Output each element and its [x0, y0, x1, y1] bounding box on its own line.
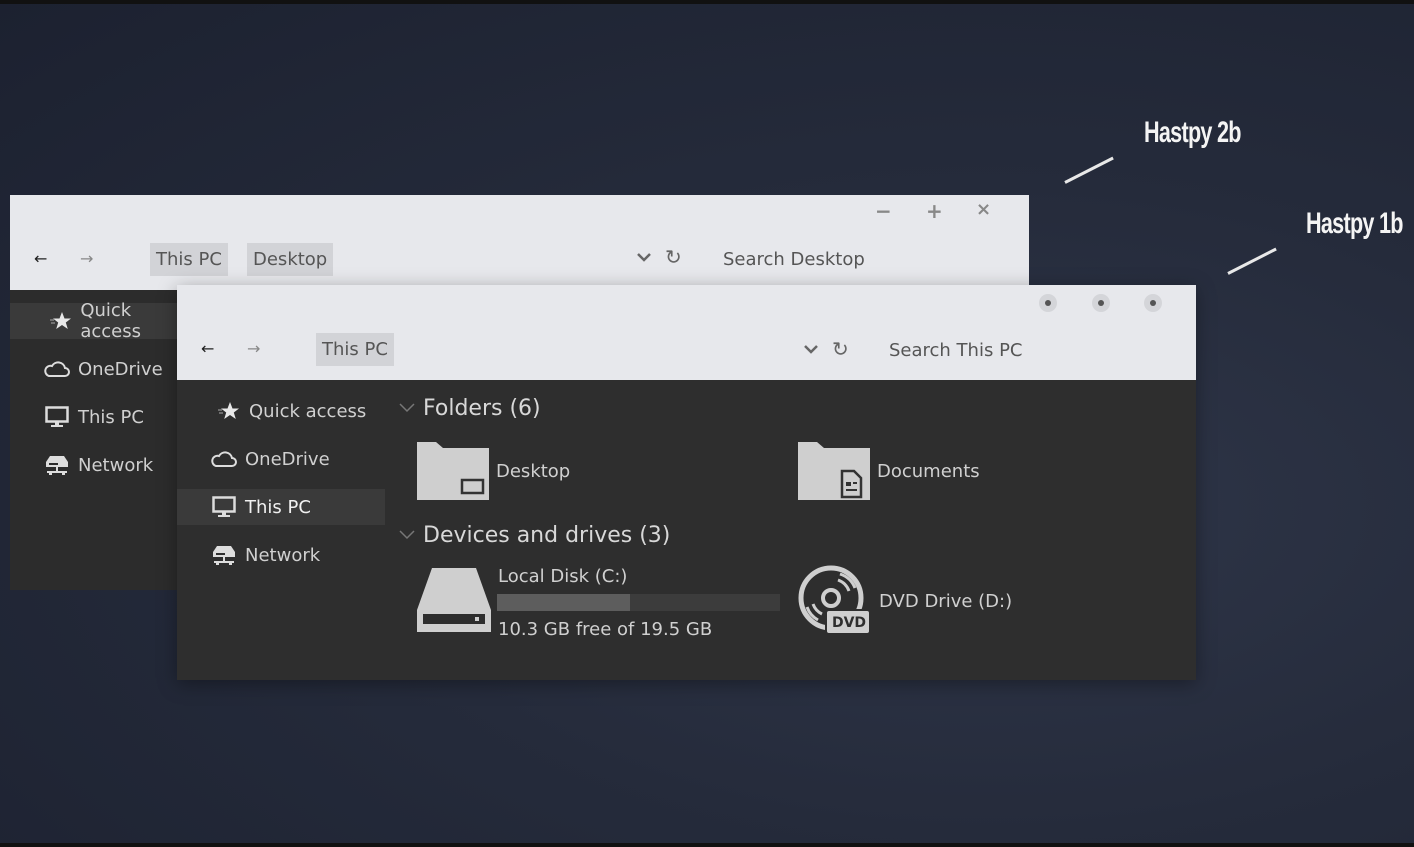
sidebar-item-this-pc[interactable]: This PC [177, 489, 385, 525]
network-icon [211, 544, 237, 566]
chevron-down-icon [399, 401, 415, 417]
close-button[interactable]: × [976, 199, 991, 220]
window-body: Quick access OneDrive This PC Network [177, 380, 1196, 680]
breadcrumb-this-pc[interactable]: This PC [316, 333, 394, 366]
monitor-icon [44, 406, 70, 428]
maximize-button[interactable]: + [926, 199, 943, 223]
back-arrow-icon[interactable]: ← [34, 249, 47, 268]
maximize-button[interactable] [1092, 294, 1110, 312]
refresh-icon[interactable]: ↻ [832, 337, 849, 361]
cloud-icon [211, 448, 237, 470]
sidebar-item-label: Network [245, 544, 321, 566]
address-dropdown-icon[interactable] [803, 343, 819, 359]
group-header-folders[interactable]: Folders (6) [399, 396, 541, 421]
sidebar-item-label: This PC [78, 406, 144, 428]
explorer-window-front: ← → This PC ↻ Search This PC Quick acces… [177, 285, 1196, 680]
cloud-icon [44, 358, 70, 380]
folder-label-desktop[interactable]: Desktop [496, 461, 570, 482]
dvd-badge: DVD [831, 615, 867, 631]
refresh-icon[interactable]: ↻ [665, 245, 682, 269]
monitor-icon [211, 496, 237, 518]
sidebar-item-label: OneDrive [245, 448, 330, 470]
search-input[interactable]: Search Desktop [723, 249, 865, 270]
forward-arrow-icon[interactable]: → [247, 339, 260, 358]
forward-arrow-icon[interactable]: → [80, 249, 93, 268]
sidebar-item-quick-access[interactable]: Quick access [10, 300, 190, 342]
titlebar: − + × ← → This PC Desktop ↻ Search Deskt… [10, 195, 1029, 290]
desktop-folder-icon[interactable] [417, 442, 489, 500]
sidebar-item-label: Network [78, 454, 154, 476]
sidebar-item-onedrive[interactable]: OneDrive [177, 441, 385, 477]
back-arrow-icon[interactable]: ← [201, 339, 214, 358]
sidebar-item-network[interactable]: Network [10, 447, 190, 483]
sidebar-item-quick-access[interactable]: Quick access [177, 393, 385, 429]
titlebar: ← → This PC ↻ Search This PC [177, 285, 1196, 380]
top-border [0, 0, 1414, 4]
star-icon [48, 310, 72, 332]
chevron-down-icon [399, 528, 415, 544]
sidebar-item-onedrive[interactable]: OneDrive [10, 351, 190, 387]
bottom-border [0, 843, 1414, 847]
sidebar-item-label: Quick access [249, 400, 367, 422]
disk-usage-bar [497, 594, 780, 611]
folder-label-documents[interactable]: Documents [877, 461, 980, 482]
search-input[interactable]: Search This PC [889, 340, 1023, 361]
sidebar-item-label: Quick access [80, 300, 141, 342]
annotation-label-2b: Hastpy 2b [1144, 116, 1241, 149]
star-icon [215, 400, 241, 422]
documents-folder-icon[interactable] [798, 442, 870, 500]
drive-free-space: 10.3 GB free of 19.5 GB [498, 619, 713, 640]
address-dropdown-icon[interactable] [636, 251, 652, 267]
drive-label-local-disk[interactable]: Local Disk (C:) [498, 566, 627, 587]
annotation-pointer-2b [1064, 156, 1114, 184]
group-header-devices[interactable]: Devices and drives (3) [399, 523, 670, 548]
sidebar-item-this-pc[interactable]: This PC [10, 399, 190, 435]
sidebar-item-network[interactable]: Network [177, 537, 385, 573]
disk-usage-fill [497, 594, 630, 611]
group-title: Devices and drives (3) [423, 523, 671, 548]
network-icon [44, 454, 70, 476]
dvd-drive-icon[interactable]: DVD [798, 564, 872, 638]
breadcrumb-desktop[interactable]: Desktop [247, 243, 334, 276]
sidebar-item-label: OneDrive [78, 358, 163, 380]
minimize-button[interactable] [1039, 294, 1057, 312]
annotation-pointer-1b [1227, 247, 1277, 275]
breadcrumb-this-pc[interactable]: This PC [150, 243, 228, 276]
minimize-button[interactable]: − [875, 199, 892, 223]
group-title: Folders (6) [423, 396, 541, 421]
close-button[interactable] [1144, 294, 1162, 312]
annotation-label-1b: Hastpy 1b [1306, 207, 1403, 240]
sidebar-item-label: This PC [245, 496, 311, 518]
drive-label-dvd[interactable]: DVD Drive (D:) [879, 591, 1012, 612]
hard-drive-icon[interactable] [417, 568, 491, 632]
